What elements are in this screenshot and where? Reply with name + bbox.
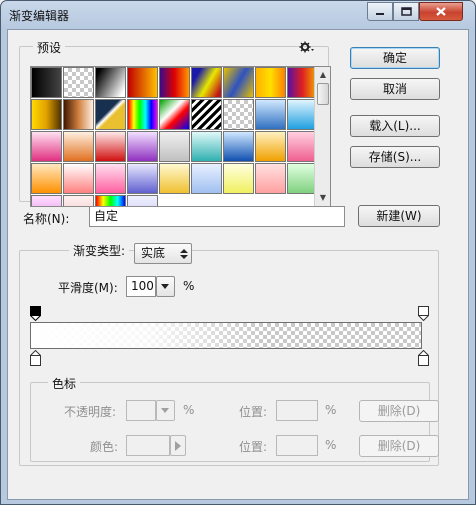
cancel-button[interactable]: 取消	[350, 78, 440, 100]
preset-swatch[interactable]	[223, 67, 254, 98]
preset-swatch[interactable]	[223, 99, 254, 130]
scroll-up-icon[interactable]: ▲	[315, 68, 331, 82]
chevron-down-icon	[161, 408, 169, 413]
preset-swatch[interactable]	[191, 163, 222, 194]
opacity-label: 不透明度:	[64, 405, 117, 419]
preset-swatch[interactable]	[31, 163, 62, 194]
smoothness-dropdown[interactable]	[156, 276, 175, 297]
color-location-label: 位置:	[239, 440, 268, 454]
preset-swatch[interactable]	[127, 99, 158, 130]
preset-swatch[interactable]	[255, 99, 286, 130]
preset-swatch[interactable]	[127, 131, 158, 162]
preset-swatch[interactable]	[255, 163, 286, 194]
triangle-right-icon	[175, 441, 181, 451]
dialog-body: 预设 ▲ ▼ 确定 取消 载入(L)... 存储(S)... 名称(N): 自定…	[7, 29, 469, 500]
opacity-delete-button[interactable]: 删除(D)	[359, 400, 439, 422]
gradient-preview-bar[interactable]	[30, 322, 422, 349]
color-menu-button[interactable]	[170, 435, 186, 456]
opacity-dropdown[interactable]	[156, 400, 175, 421]
title-bar[interactable]: 渐变编辑器	[1, 1, 475, 29]
opacity-location-label: 位置:	[239, 405, 268, 419]
preset-swatch[interactable]	[95, 131, 126, 162]
gradient-overlay	[31, 323, 421, 348]
preset-swatch[interactable]	[95, 99, 126, 130]
color-delete-button[interactable]: 删除(D)	[359, 435, 439, 457]
preset-swatch[interactable]	[127, 163, 158, 194]
preset-swatch[interactable]	[255, 67, 286, 98]
opacity-stop-left[interactable]	[30, 306, 41, 321]
preset-swatch[interactable]	[63, 131, 94, 162]
preset-swatch[interactable]	[159, 99, 190, 130]
color-stop-right[interactable]	[418, 350, 429, 366]
preset-swatch[interactable]	[95, 163, 126, 194]
preset-swatch[interactable]	[255, 131, 286, 162]
preset-swatch[interactable]	[31, 99, 62, 130]
smoothness-unit: %	[183, 279, 195, 293]
preset-swatch[interactable]	[31, 195, 62, 206]
minimize-button[interactable]	[367, 2, 393, 21]
name-label: 名称(N):	[23, 212, 70, 226]
preset-swatch[interactable]	[223, 131, 254, 162]
preset-swatch[interactable]	[63, 99, 94, 130]
smoothness-input[interactable]: 100	[126, 276, 156, 297]
preset-swatch[interactable]	[31, 131, 62, 162]
preset-swatch[interactable]	[159, 67, 190, 98]
preset-swatch[interactable]	[127, 67, 158, 98]
gear-icon[interactable]	[299, 41, 315, 53]
color-swatch[interactable]	[126, 435, 170, 456]
scroll-down-icon[interactable]: ▼	[315, 191, 331, 205]
preset-swatch[interactable]	[159, 163, 190, 194]
preset-swatch[interactable]	[223, 163, 254, 194]
preset-swatch[interactable]	[31, 67, 62, 98]
opacity-stop-right[interactable]	[418, 306, 429, 321]
scroll-thumb[interactable]	[317, 83, 329, 105]
save-button[interactable]: 存储(S)...	[350, 146, 440, 168]
preset-swatch[interactable]	[63, 67, 94, 98]
gradient-type-label: 渐变类型:	[69, 242, 130, 259]
maximize-icon	[400, 7, 412, 16]
presets-scrollbar[interactable]: ▲ ▼	[314, 67, 330, 206]
opacity-unit: %	[183, 403, 195, 417]
presets-label: 预设	[33, 39, 66, 56]
ok-button[interactable]: 确定	[350, 47, 440, 69]
color-location-unit: %	[325, 438, 337, 452]
preset-swatch[interactable]	[95, 67, 126, 98]
window-title: 渐变编辑器	[9, 9, 70, 23]
gradient-type-value: 实底	[141, 246, 166, 260]
opacity-input[interactable]	[126, 400, 156, 421]
close-button[interactable]	[419, 2, 463, 21]
gradient-editor-window: 渐变编辑器 预设 ▲ ▼ 确定 取消 载入(L)... 存储(S)... 名称(	[0, 0, 476, 505]
new-button[interactable]: 新建(W)	[358, 205, 440, 227]
color-stops-label: 色标	[48, 375, 81, 392]
preset-swatch[interactable]	[63, 163, 94, 194]
preset-swatch[interactable]	[159, 131, 190, 162]
preset-swatch[interactable]	[191, 131, 222, 162]
preset-swatch[interactable]	[191, 67, 222, 98]
color-label: 颜色:	[90, 440, 119, 454]
name-input[interactable]: 自定	[89, 206, 345, 227]
smoothness-label: 平滑度(M):	[58, 281, 118, 295]
opacity-location-input[interactable]	[276, 400, 318, 421]
preset-swatch[interactable]	[191, 99, 222, 130]
chevron-down-icon	[161, 284, 169, 289]
preset-gradient-grid[interactable]	[30, 66, 331, 207]
opacity-location-unit: %	[325, 403, 337, 417]
maximize-button[interactable]	[393, 2, 419, 21]
color-stop-left[interactable]	[30, 350, 41, 366]
load-button[interactable]: 载入(L)...	[350, 115, 440, 137]
spin-arrows-icon	[180, 249, 188, 259]
gradient-type-select[interactable]: 实底	[134, 243, 192, 264]
color-location-input[interactable]	[276, 435, 318, 456]
minimize-icon	[376, 12, 384, 15]
close-icon	[436, 7, 446, 16]
